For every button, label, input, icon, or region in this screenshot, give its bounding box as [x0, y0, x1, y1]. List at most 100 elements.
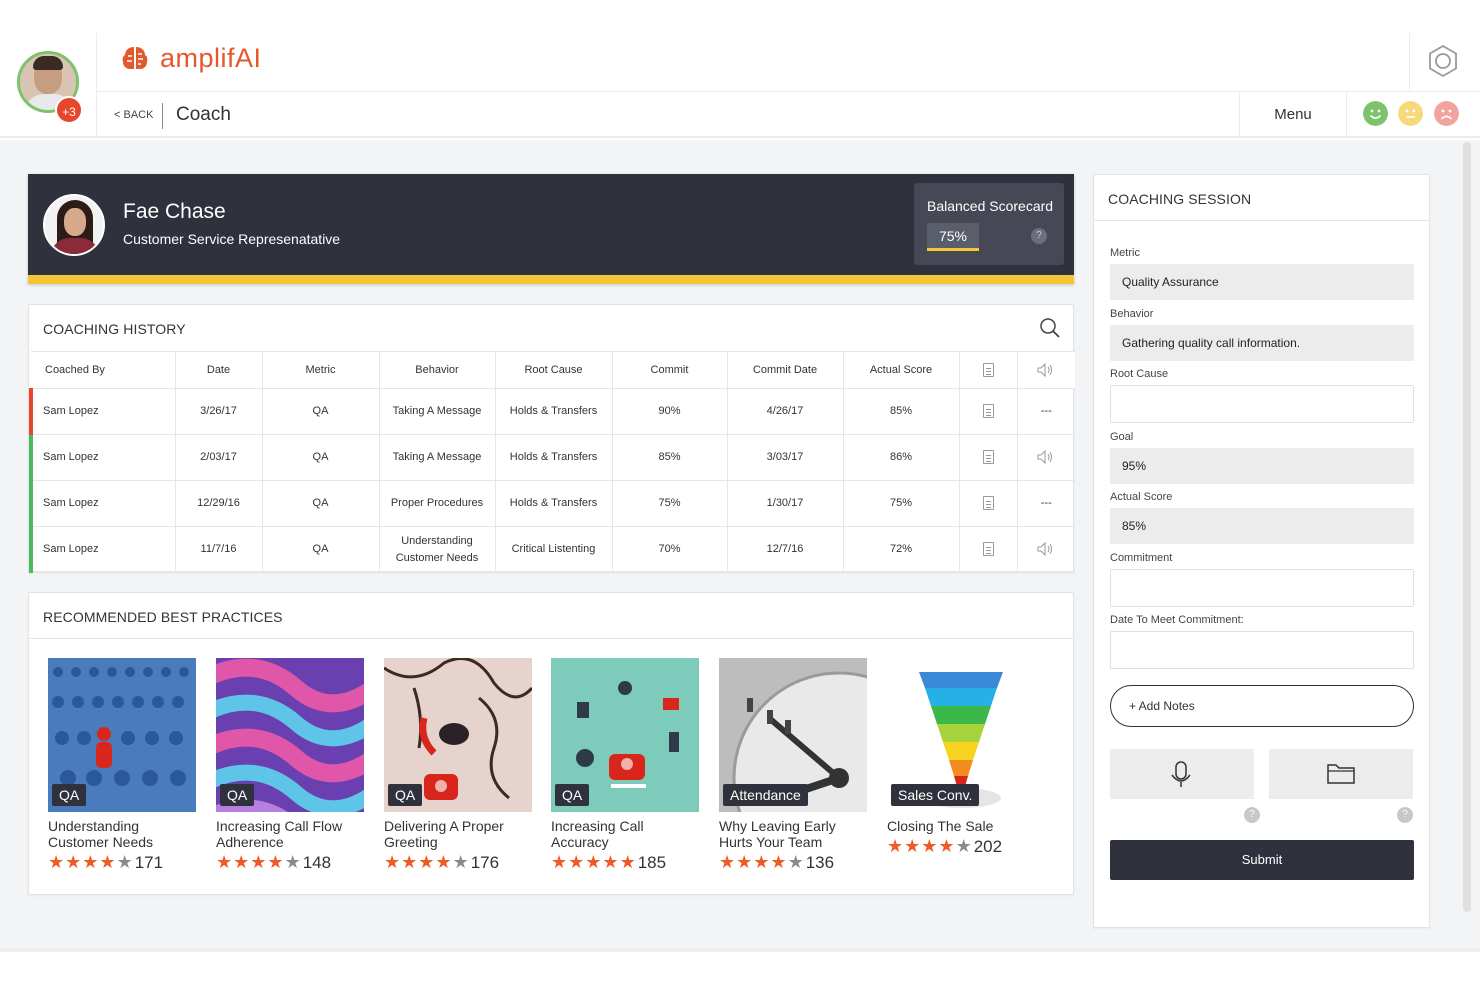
cell-date: 3/26/17 [175, 388, 263, 435]
cell-coached-by: Sam Lopez [29, 526, 176, 573]
help-icon[interactable]: ? [1397, 807, 1413, 823]
commitment-input[interactable] [1110, 569, 1414, 607]
coaching-session-panel: COACHING SESSION Metric Quality Assuranc… [1093, 174, 1430, 928]
col-behavior[interactable]: Behavior [379, 351, 496, 389]
star-icon: ★ [99, 852, 117, 872]
col-commit-date[interactable]: Commit Date [727, 351, 844, 389]
cell-coached-by: Sam Lopez [29, 388, 176, 435]
star-icon: ★ [48, 852, 66, 872]
cell-document [959, 526, 1018, 573]
star-icon: ★ [284, 852, 302, 872]
help-icon[interactable]: ? [1244, 807, 1260, 823]
date-label: Date To Meet Commitment: [1110, 614, 1244, 626]
rating-count: 136 [805, 852, 835, 872]
metric-select[interactable]: Quality Assurance [1110, 264, 1414, 300]
happy-face-icon[interactable] [1363, 101, 1388, 126]
actual-score-field[interactable]: 85% [1110, 508, 1414, 544]
app-logo[interactable]: amplifAI [120, 43, 262, 74]
col-commit[interactable]: Commit [612, 351, 728, 389]
speaker-icon[interactable] [1037, 450, 1055, 465]
table-header-row: Coached By Date Metric Behavior Root Cau… [31, 351, 1075, 389]
record-audio-button[interactable] [1110, 749, 1254, 799]
practice-card[interactable]: QA Increasing Call Accuracy ★★★★★ 185 [551, 658, 699, 873]
rating: ★★★★★ 202 [887, 836, 1035, 857]
settings-gear-icon[interactable] [1425, 43, 1461, 79]
cell-audio [1017, 526, 1075, 573]
brain-logo-icon [122, 46, 148, 69]
table-row[interactable]: Sam Lopez 2/03/17 QA Taking A Message Holds … [29, 434, 1075, 481]
page-title: Coach [176, 104, 231, 125]
notification-badge[interactable]: +3 [55, 96, 83, 124]
help-icon[interactable]: ? [1031, 228, 1047, 244]
col-root-cause[interactable]: Root Cause [495, 351, 613, 389]
col-metric[interactable]: Metric [262, 351, 380, 389]
add-notes-button[interactable]: + Add Notes [1110, 685, 1414, 727]
cell-commit-date: 12/7/16 [727, 526, 844, 573]
goal-field[interactable]: 95% [1110, 448, 1414, 484]
col-actual-score[interactable]: Actual Score [843, 351, 960, 389]
scorecard-value: 75% [927, 223, 979, 251]
star-icon: ★ [551, 852, 569, 872]
submit-button[interactable]: Submit [1110, 840, 1414, 880]
root-cause-input[interactable] [1110, 385, 1414, 423]
rating: ★★★★★ 185 [551, 852, 699, 873]
behavior-select[interactable]: Gathering quality call information. [1110, 325, 1414, 361]
category-tag: Sales Conv. [891, 784, 980, 806]
attach-file-button[interactable] [1269, 749, 1413, 799]
back-link[interactable]: < BACK [114, 109, 153, 121]
document-icon[interactable] [982, 404, 994, 419]
practice-card[interactable]: Sales Conv. Closing The Sale ★★★★★ 202 [887, 658, 1035, 857]
cell-root-cause: Critical Listenting [495, 526, 613, 573]
document-icon[interactable] [982, 496, 994, 511]
search-icon[interactable] [1039, 317, 1061, 339]
category-tag: QA [555, 784, 590, 806]
star-icon: ★ [887, 836, 905, 856]
star-icon: ★ [267, 852, 285, 872]
speaker-icon[interactable] [1037, 542, 1055, 557]
page-scrollbar[interactable] [1463, 142, 1471, 912]
neutral-face-icon[interactable] [1398, 101, 1423, 126]
scorecard-title: Balanced Scorecard [927, 198, 1054, 214]
practice-thumbnail: Sales Conv. [887, 658, 1035, 812]
star-icon: ★ [787, 852, 805, 872]
star-icon: ★ [82, 852, 100, 872]
commitment-label: Commitment [1110, 552, 1173, 564]
table-row[interactable]: Sam Lopez 11/7/16 QA Understanding Customer… [29, 526, 1075, 573]
sad-face-icon[interactable] [1434, 101, 1459, 126]
goal-label: Goal [1110, 431, 1134, 443]
star-icon: ★ [418, 852, 436, 872]
practice-card[interactable]: QA Understanding Customer Needs ★★★★★ 171 [48, 658, 196, 873]
root-cause-label: Root Cause [1110, 368, 1169, 380]
rating: ★★★★★ 136 [719, 852, 867, 873]
cell-coached-by: Sam Lopez [29, 480, 176, 527]
rating-count: 171 [134, 852, 164, 872]
cell-behavior: Taking A Message [379, 434, 496, 481]
cell-commit-date: 1/30/17 [727, 480, 844, 527]
practice-card[interactable]: QA Increasing Call Flow Adherence ★★★★★ 1… [216, 658, 364, 873]
commitment-date-input[interactable] [1110, 631, 1414, 669]
cell-commit: 90% [612, 388, 728, 435]
cell-audio: --- [1017, 388, 1075, 435]
cell-date: 11/7/16 [175, 526, 263, 573]
document-icon[interactable] [982, 450, 994, 465]
balanced-scorecard[interactable]: Balanced Scorecard 75% ? [914, 183, 1064, 265]
employee-role: Customer Service Represenatative [123, 231, 341, 247]
category-tag: Attendance [723, 784, 808, 806]
col-coached-by[interactable]: Coached By [31, 351, 176, 389]
practice-card[interactable]: QA Delivering A Proper Greeting ★★★★★ 176 [384, 658, 532, 873]
menu-button[interactable]: Menu [1239, 92, 1347, 138]
col-date[interactable]: Date [175, 351, 263, 389]
practice-card[interactable]: Attendance Why Leaving Early Hurts Your … [719, 658, 867, 873]
table-row[interactable]: Sam Lopez 12/29/16 QA Proper Procedures Hold… [29, 480, 1075, 527]
rating-count: 148 [302, 852, 332, 872]
cell-date: 2/03/17 [175, 434, 263, 481]
cell-actual: 72% [843, 526, 960, 573]
behavior-label: Behavior [1110, 308, 1154, 320]
actual-score-label: Actual Score [1110, 491, 1173, 503]
table-row[interactable]: Sam Lopez 3/26/17 QA Taking A Message Holds … [29, 388, 1075, 435]
practice-thumbnail: QA [48, 658, 196, 812]
coaching-history-table: Coached By Date Metric Behavior Root Cau… [29, 351, 1075, 573]
cell-actual: 86% [843, 434, 960, 481]
document-icon[interactable] [982, 542, 994, 557]
practice-thumbnail: QA [384, 658, 532, 812]
